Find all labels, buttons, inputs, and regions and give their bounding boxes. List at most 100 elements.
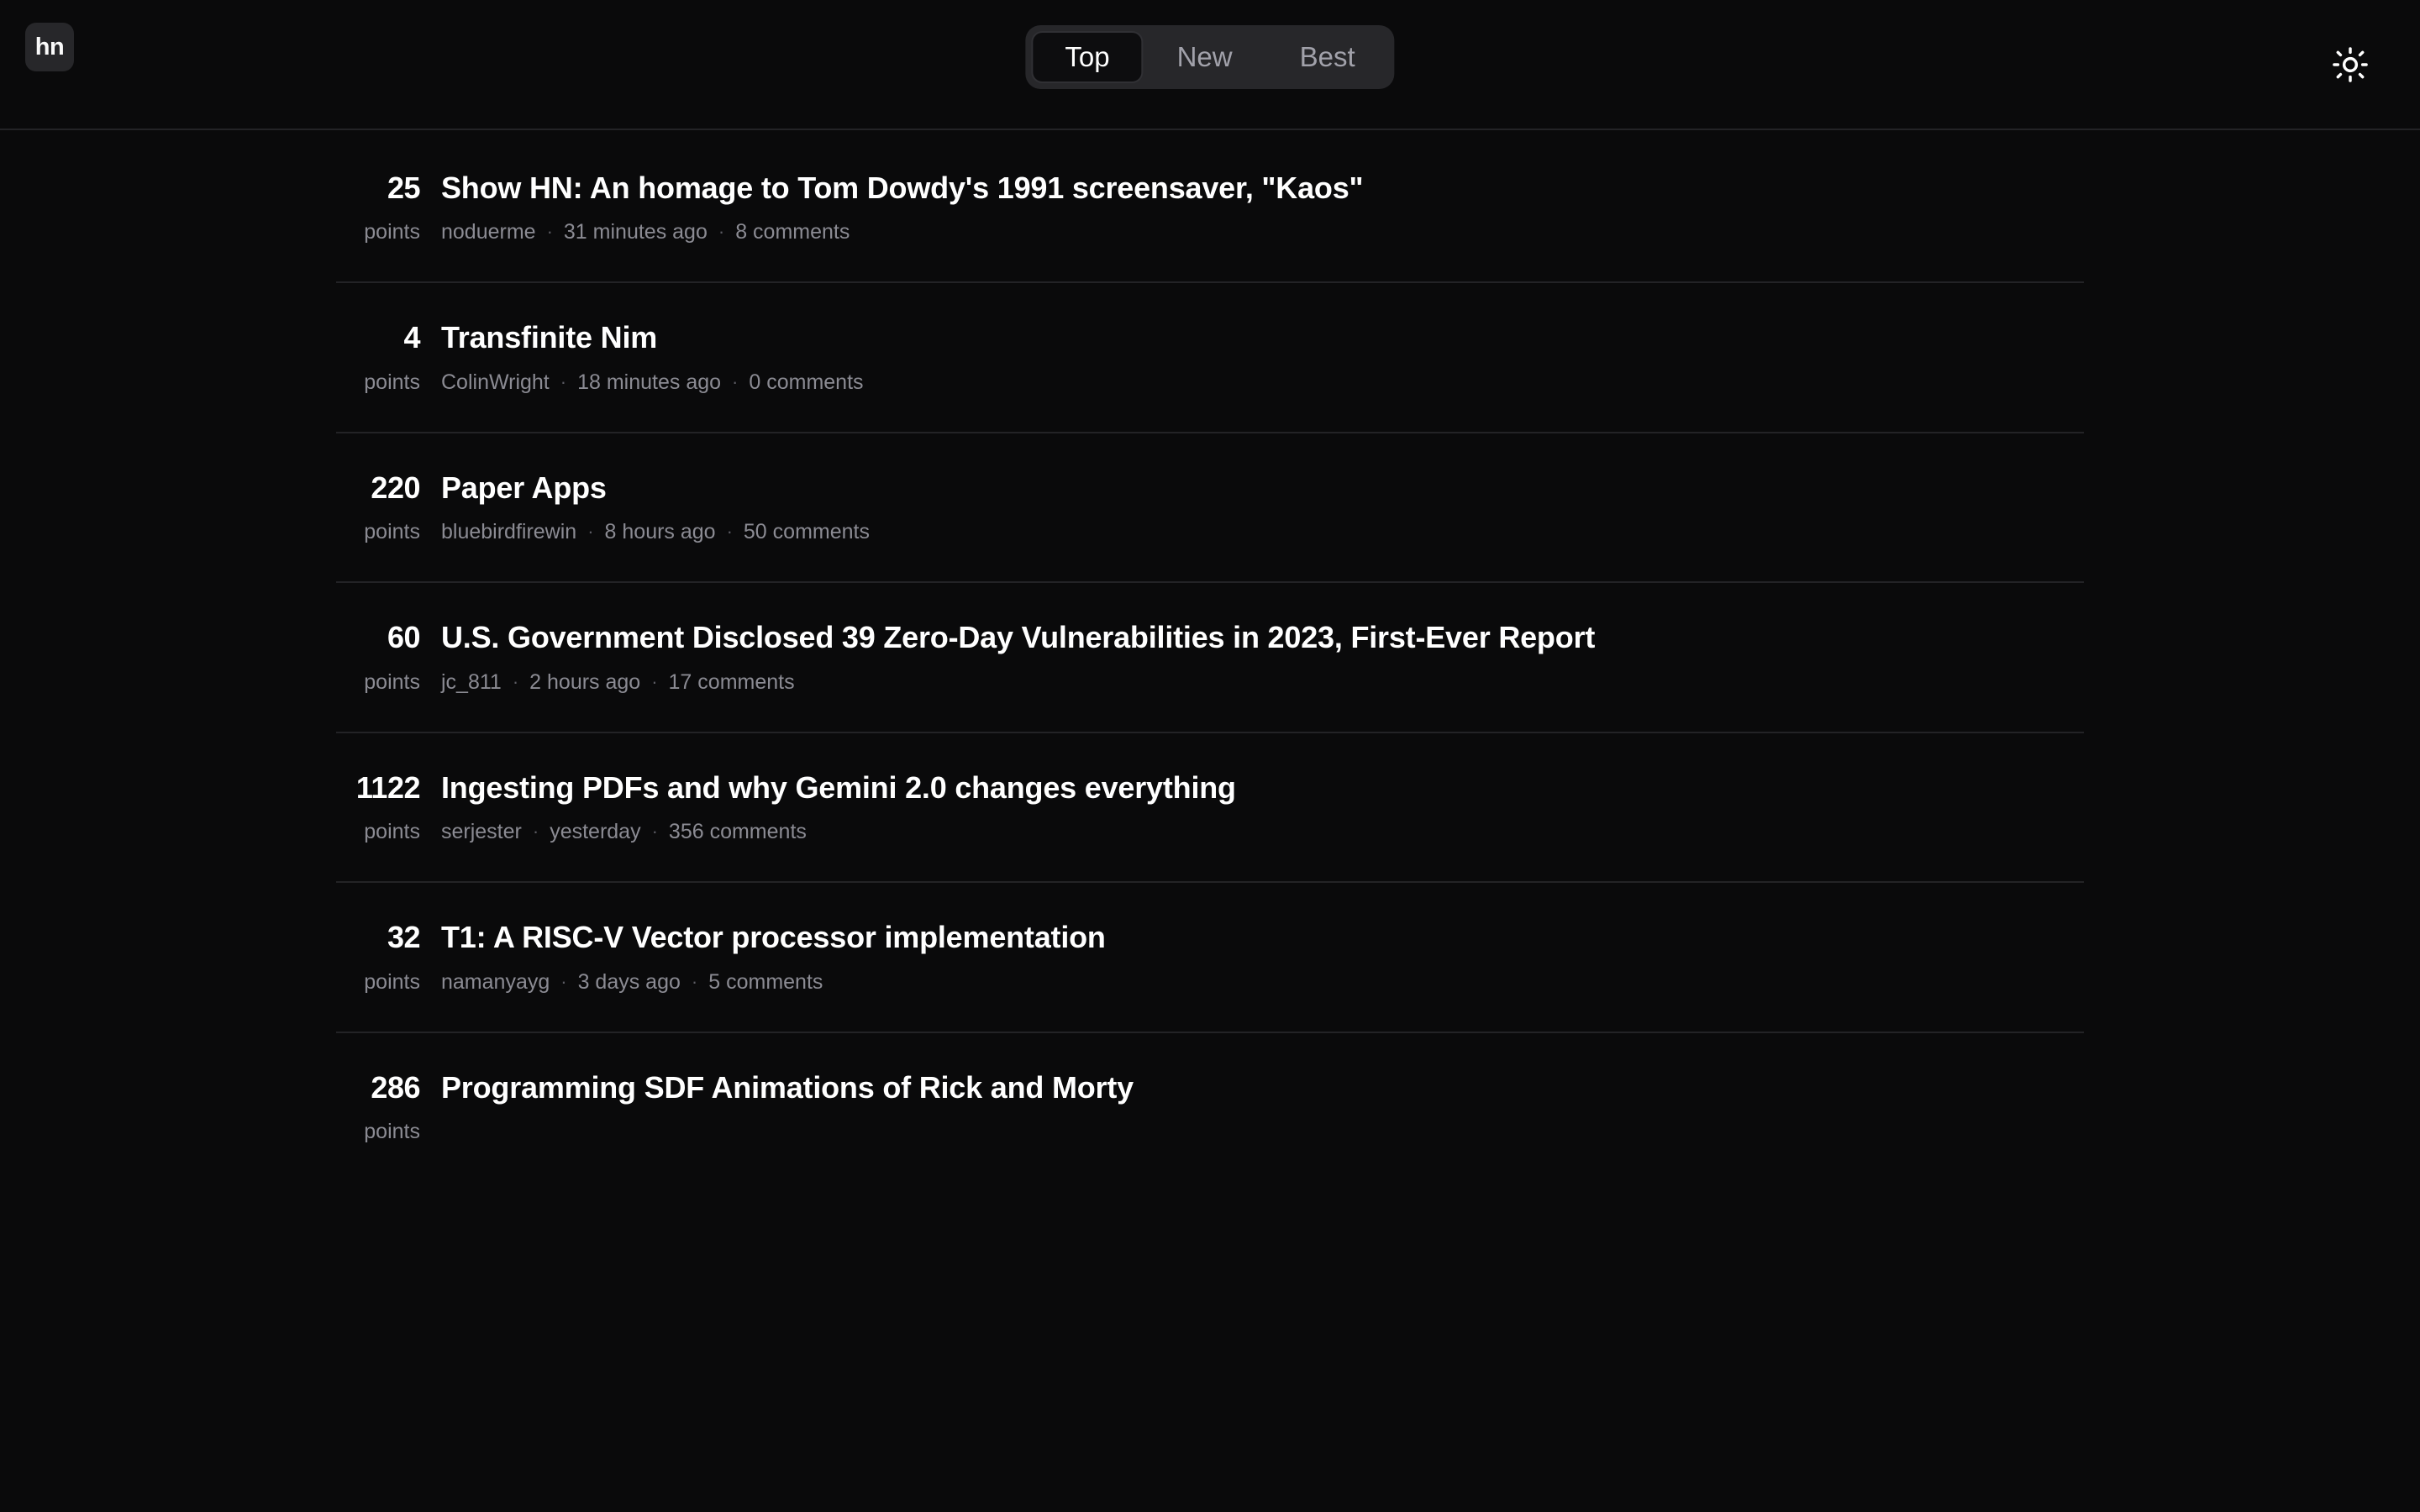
tab-new[interactable]: New <box>1144 31 1266 83</box>
story-score: 60 <box>387 620 421 655</box>
score-column: 60 points <box>336 620 420 694</box>
story-comments-link[interactable]: 0 comments <box>749 370 863 395</box>
story-time: 8 hours ago <box>604 520 716 544</box>
story-time: 2 hours ago <box>529 669 641 694</box>
hn-logo-text: hn <box>34 33 65 60</box>
points-label: points <box>364 669 420 694</box>
story-item: 25 points Show HN: An homage to Tom Dowd… <box>0 171 2420 284</box>
meta-separator: · <box>691 970 698 992</box>
story-row: 25 points Show HN: An homage to Tom Dowd… <box>0 171 2420 244</box>
story-score: 1122 <box>355 769 421 805</box>
meta-separator: · <box>587 521 594 543</box>
meta-separator: · <box>651 670 658 692</box>
story-row: 286 points Programming SDF Animations of… <box>0 1070 2420 1144</box>
story-title-link[interactable]: Ingesting PDFs and why Gemini 2.0 change… <box>441 770 1236 806</box>
story-body: Ingesting PDFs and why Gemini 2.0 change… <box>441 770 1236 844</box>
story-item: 1122 points Ingesting PDFs and why Gemin… <box>0 770 2420 884</box>
feed-tab-bar: Top New Best <box>1025 25 1395 89</box>
story-comments-link[interactable]: 356 comments <box>669 819 807 844</box>
theme-toggle-button[interactable] <box>2324 39 2376 91</box>
story-meta: noduerme · 31 minutes ago · 8 comments <box>441 219 1363 244</box>
story-comments-link[interactable]: 50 comments <box>744 519 870 544</box>
story-item: 4 points Transfinite Nim ColinWright · 1… <box>0 320 2420 433</box>
story-author[interactable]: noduerme <box>441 219 536 244</box>
score-column: 286 points <box>336 1070 420 1144</box>
story-author[interactable]: jc_811 <box>441 669 502 695</box>
score-column: 220 points <box>336 470 420 544</box>
story-title-link[interactable]: Transfinite Nim <box>441 320 864 355</box>
points-label: points <box>364 820 420 844</box>
story-body: U.S. Government Disclosed 39 Zero-Day Vu… <box>441 620 1595 694</box>
score-column: 25 points <box>336 171 420 244</box>
story-meta: ColinWright · 18 minutes ago · 0 comment… <box>441 370 864 395</box>
story-divider <box>336 281 2084 284</box>
hn-logo[interactable]: hn <box>25 23 74 71</box>
sun-icon <box>2332 46 2369 83</box>
meta-separator: · <box>651 821 658 843</box>
story-body: Paper Apps bluebirdfirewin · 8 hours ago… <box>441 470 870 544</box>
story-score: 220 <box>371 470 420 505</box>
story-title-link[interactable]: T1: A RISC-V Vector processor implementa… <box>441 920 1106 955</box>
score-column: 1122 points <box>336 769 421 844</box>
story-score: 4 <box>403 320 420 355</box>
story-score: 286 <box>371 1069 420 1105</box>
story-row: 60 points U.S. Government Disclosed 39 Z… <box>0 620 2420 694</box>
app-header: hn Top New Best <box>0 0 2420 130</box>
tab-best[interactable]: Best <box>1266 31 1389 83</box>
story-divider <box>336 581 2084 584</box>
meta-separator: · <box>546 221 553 243</box>
meta-separator: · <box>560 370 567 392</box>
story-score: 25 <box>387 171 421 205</box>
story-divider <box>336 731 2084 733</box>
points-label: points <box>364 1120 420 1144</box>
meta-separator: · <box>560 970 567 992</box>
story-title-link[interactable]: U.S. Government Disclosed 39 Zero-Day Vu… <box>441 620 1595 655</box>
score-column: 32 points <box>336 920 420 994</box>
story-comments-link[interactable]: 8 comments <box>735 219 850 244</box>
story-row: 4 points Transfinite Nim ColinWright · 1… <box>0 320 2420 394</box>
points-label: points <box>364 969 420 994</box>
story-body: Transfinite Nim ColinWright · 18 minutes… <box>441 320 864 394</box>
meta-separator: · <box>512 670 519 692</box>
story-comments-link[interactable]: 17 comments <box>669 669 795 695</box>
story-body: Programming SDF Animations of Rick and M… <box>441 1070 1134 1105</box>
story-title-link[interactable]: Show HN: An homage to Tom Dowdy's 1991 s… <box>441 171 1364 206</box>
story-author[interactable]: serjester <box>441 819 522 844</box>
story-time: 18 minutes ago <box>577 370 722 394</box>
story-title-link[interactable]: Programming SDF Animations of Rick and M… <box>441 1070 1134 1105</box>
story-list: 25 points Show HN: An homage to Tom Dowd… <box>0 130 2420 1144</box>
story-time: 31 minutes ago <box>563 220 708 244</box>
story-item: 286 points Programming SDF Animations of… <box>0 1070 2420 1144</box>
story-divider <box>336 1031 2084 1033</box>
story-title-link[interactable]: Paper Apps <box>441 470 870 506</box>
story-divider <box>336 431 2084 433</box>
story-author[interactable]: namanyayg <box>441 969 550 995</box>
story-meta: jc_811 · 2 hours ago · 17 comments <box>441 669 1595 695</box>
story-body: T1: A RISC-V Vector processor implementa… <box>441 920 1106 994</box>
story-row: 220 points Paper Apps bluebirdfirewin · … <box>0 470 2420 544</box>
tab-top[interactable]: Top <box>1031 31 1144 83</box>
story-comments-link[interactable]: 5 comments <box>708 969 823 995</box>
story-row: 1122 points Ingesting PDFs and why Gemin… <box>0 770 2420 844</box>
score-column: 4 points <box>336 320 420 394</box>
story-body: Show HN: An homage to Tom Dowdy's 1991 s… <box>441 171 1364 244</box>
points-label: points <box>364 220 420 244</box>
story-author[interactable]: bluebirdfirewin <box>441 519 576 544</box>
story-item: 32 points T1: A RISC-V Vector processor … <box>0 920 2420 1033</box>
meta-separator: · <box>732 370 739 392</box>
story-row: 32 points T1: A RISC-V Vector processor … <box>0 920 2420 994</box>
points-label: points <box>364 370 420 394</box>
story-author[interactable]: ColinWright <box>441 370 550 395</box>
story-divider <box>336 881 2084 884</box>
meta-separator: · <box>532 821 539 843</box>
story-meta: bluebirdfirewin · 8 hours ago · 50 comme… <box>441 519 870 544</box>
story-meta: namanyayg · 3 days ago · 5 comments <box>441 969 1106 995</box>
story-meta: serjester · yesterday · 356 comments <box>441 819 1236 844</box>
story-item: 60 points U.S. Government Disclosed 39 Z… <box>0 620 2420 733</box>
meta-separator: · <box>718 221 725 243</box>
story-time: yesterday <box>550 820 641 844</box>
story-time: 3 days ago <box>577 969 681 994</box>
meta-separator: · <box>726 521 733 543</box>
points-label: points <box>364 520 420 544</box>
story-item: 220 points Paper Apps bluebirdfirewin · … <box>0 470 2420 584</box>
